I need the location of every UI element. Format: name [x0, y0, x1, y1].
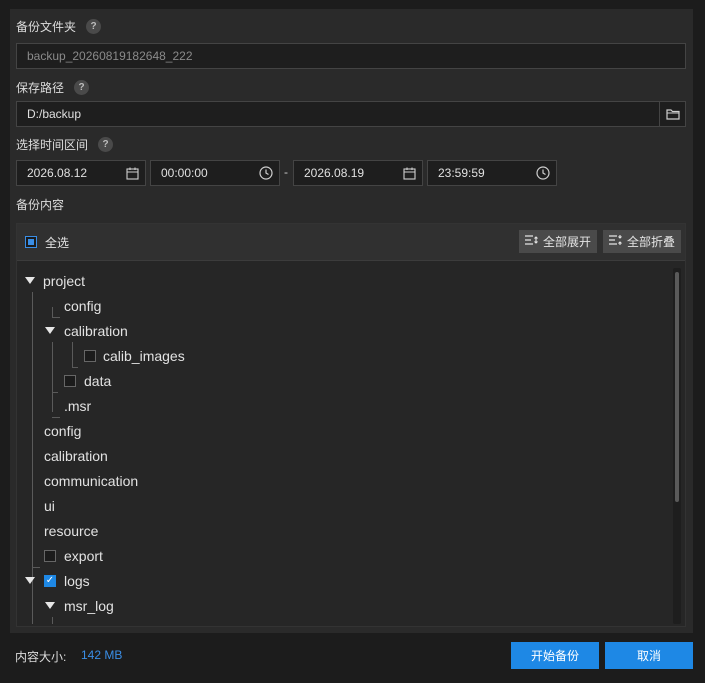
tree-node-project[interactable]: project: [25, 268, 85, 293]
tree-node-calib-images[interactable]: calib_images: [84, 343, 185, 368]
caret-down-icon[interactable]: [25, 277, 35, 284]
caret-down-icon[interactable]: [25, 577, 35, 584]
content-tree-box: 全选 全部展开 全部折叠 project config calibration …: [16, 223, 686, 627]
help-icon[interactable]: ?: [86, 19, 102, 34]
backup-folder-input[interactable]: backup_20260819182648_222: [16, 43, 686, 69]
save-path-input[interactable]: D:/backup: [16, 101, 686, 127]
time-range-label: 选择时间区间: [16, 138, 89, 152]
tree-node-export[interactable]: export: [44, 543, 103, 568]
tree-node-checkbox[interactable]: [44, 549, 56, 562]
backup-folder-label: 备份文件夹: [16, 20, 77, 34]
start-time-picker[interactable]: 00:00:00: [150, 160, 280, 186]
tree-connector: [52, 307, 53, 318]
start-date-value: 2026.08.12: [27, 166, 88, 180]
time-range-separator: -: [284, 165, 288, 179]
tree-connector: [52, 392, 58, 393]
content-label: 备份内容: [16, 198, 65, 212]
tree-node-label: export: [64, 547, 103, 564]
end-time-picker[interactable]: 23:59:59: [427, 160, 557, 186]
backup-folder-value: backup_20260819182648_222: [27, 49, 193, 63]
tree-node-label: calibration: [64, 322, 128, 339]
content-size-label: 内容大小:: [15, 650, 67, 664]
tree-node-checkbox[interactable]: [84, 349, 96, 362]
collapse-icon: [608, 234, 624, 249]
tree-connector: [72, 342, 73, 368]
tree-node-data[interactable]: data: [64, 368, 111, 393]
clock-icon[interactable]: [530, 161, 556, 185]
content-tree-header: 全选 全部展开 全部折叠: [17, 224, 685, 261]
save-path-label-row: 保存路径 ?: [16, 79, 90, 96]
help-icon[interactable]: ?: [74, 80, 90, 95]
tree-node-label: config: [44, 422, 82, 439]
tree-node-calibration[interactable]: calibration: [45, 318, 128, 343]
collapse-all-label: 全部折叠: [627, 235, 676, 249]
backup-folder-label-row: 备份文件夹 ?: [16, 18, 102, 35]
check-icon[interactable]: ✓: [44, 574, 56, 587]
content-size-value: 142 MB: [81, 648, 123, 662]
calendar-icon[interactable]: [119, 161, 145, 185]
caret-down-icon[interactable]: [45, 602, 55, 609]
tree-node-label: msr_log: [64, 597, 114, 614]
scrollbar-thumb[interactable]: [675, 272, 679, 502]
tree-node-label: resource: [44, 522, 99, 539]
calendar-icon[interactable]: [396, 161, 422, 185]
caret-down-icon[interactable]: [45, 327, 55, 334]
start-time-value: 00:00:00: [161, 166, 208, 180]
save-path-label: 保存路径: [16, 81, 65, 95]
tree-node-label: project: [43, 272, 86, 289]
tree-connector: [52, 617, 53, 624]
tree-node-config[interactable]: config: [44, 418, 81, 443]
tree-node-msr[interactable]: .msr: [64, 393, 91, 418]
expand-icon: [524, 234, 540, 249]
end-date-picker[interactable]: 2026.08.19: [293, 160, 423, 186]
tree-connector: [52, 342, 53, 412]
tree-node-resource[interactable]: resource: [44, 518, 98, 543]
tree-node-label: communication: [44, 472, 139, 489]
tree-node-calibration[interactable]: calibration: [44, 443, 108, 468]
tree-node-label: .msr: [64, 397, 92, 414]
tree-node-label: logs: [64, 572, 90, 589]
tree-scrollbar[interactable]: [673, 268, 681, 624]
tree-node-msr-log[interactable]: msr_log: [45, 593, 114, 618]
select-all-label[interactable]: 全选: [45, 234, 69, 251]
clock-icon[interactable]: [253, 161, 279, 185]
end-date-value: 2026.08.19: [304, 166, 365, 180]
expand-all-button[interactable]: 全部展开: [519, 230, 598, 253]
tree-node-ui[interactable]: ui: [44, 493, 55, 518]
save-path-value: D:/backup: [27, 107, 82, 121]
content-tree: project config calibration calib_images …: [17, 262, 671, 624]
tree-node-label: calibration: [44, 447, 108, 464]
cancel-button[interactable]: 取消: [605, 642, 693, 669]
tree-node-logs[interactable]: ✓ logs: [25, 568, 90, 593]
end-time-value: 23:59:59: [438, 166, 485, 180]
help-icon[interactable]: ?: [98, 137, 114, 152]
tree-node-config[interactable]: config: [64, 293, 101, 318]
collapse-all-button[interactable]: 全部折叠: [603, 230, 682, 253]
tree-node-label: calib_images: [103, 347, 185, 364]
tree-node-label: config: [64, 297, 102, 314]
folder-icon[interactable]: [659, 102, 685, 126]
start-backup-button[interactable]: 开始备份: [511, 642, 599, 669]
content-label-row: 备份内容: [16, 196, 64, 213]
tree-node-checkbox[interactable]: [64, 374, 76, 387]
tree-node-label: data: [84, 372, 112, 389]
expand-all-label: 全部展开: [543, 235, 592, 249]
backup-dialog-panel: 备份文件夹 ? backup_20260819182648_222 保存路径 ?…: [10, 9, 693, 633]
tree-node-label: ui: [44, 497, 55, 514]
start-date-picker[interactable]: 2026.08.12: [16, 160, 146, 186]
select-all-checkbox[interactable]: [25, 236, 37, 248]
tree-node-communication[interactable]: communication: [44, 468, 138, 493]
time-range-label-row: 选择时间区间 ?: [16, 136, 114, 153]
